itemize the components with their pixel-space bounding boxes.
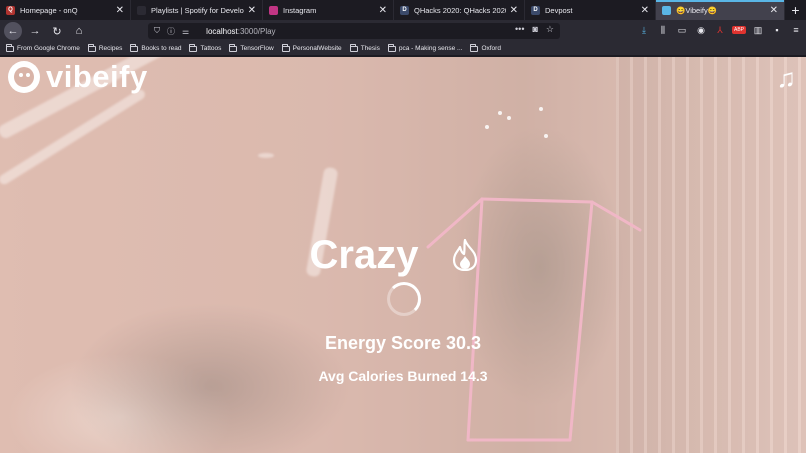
app-logo[interactable]: vibeify [8, 59, 148, 95]
bookmark-label: PersonalWebsite [292, 45, 342, 52]
tab-bar: Q Homepage - onQ ✕ Playlists | Spotify for … [0, 0, 806, 20]
reload-button[interactable]: ↻ [48, 22, 66, 40]
adblock-extension-icon[interactable]: ABP [732, 22, 747, 38]
bookmark-item[interactable]: Tattoos [189, 43, 222, 52]
extension-dark-icon[interactable]: ▪ [771, 22, 783, 38]
bookmark-item[interactable]: Thesis [349, 43, 380, 52]
folder-icon [130, 43, 139, 52]
bookmarks-bar: From Google Chrome Recipes Books to read Ta… [0, 42, 806, 56]
folder-icon [470, 43, 479, 52]
url-path: :3000/Play [237, 26, 276, 36]
tab-favicon-icon [137, 5, 146, 15]
account-icon[interactable]: ◉ [695, 22, 707, 38]
bookmark-label: Books to read [141, 45, 182, 52]
tab-title: Playlists | Spotify for Developers [151, 5, 244, 15]
bookmark-item[interactable]: From Google Chrome [6, 43, 80, 52]
bookmark-item[interactable]: Oxford [470, 43, 501, 52]
bookmark-item[interactable]: pca - Making sense ... [387, 43, 463, 52]
keypoint [539, 107, 543, 111]
tab-close-icon[interactable]: ✕ [379, 5, 387, 16]
tab-title: QHacks 2020: QHacks 2020 is [414, 5, 506, 15]
tab-title: 😄Vibeify😄 [676, 5, 718, 15]
back-button[interactable]: ← [4, 22, 22, 40]
browser-tab[interactable]: 😄Vibeify😄 ✕ [656, 0, 785, 20]
bookmark-label: Thesis [360, 45, 380, 52]
home-button[interactable]: ⌂ [70, 22, 88, 40]
browser-tab[interactable]: Q Homepage - onQ ✕ [0, 0, 131, 20]
mood-label: Crazy [0, 233, 806, 278]
browser-tab[interactable]: D QHacks 2020: QHacks 2020 is ✕ [394, 0, 525, 20]
pocket-icon[interactable]: ◙ [532, 24, 537, 35]
skeleton-limb [480, 197, 594, 204]
browser-tab[interactable]: Instagram ✕ [263, 0, 394, 20]
folder-icon [189, 43, 198, 52]
tab-close-icon[interactable]: ✕ [116, 5, 124, 16]
keypoint [485, 125, 489, 129]
forward-button[interactable]: → [26, 22, 44, 40]
nav-bar: ← → ↻ ⌂ ⛉ ⓘ ⚌ localhost :3000/Play ••• ◙… [0, 20, 806, 42]
page-actions-icon[interactable]: ••• [515, 24, 524, 35]
folder-icon [387, 43, 396, 52]
webcam-view: vibeify ♫ Crazy Energy Score 30.3 Avg Ca… [0, 57, 806, 453]
smiley-logo-icon [8, 61, 40, 93]
loading-spinner [387, 282, 421, 316]
tab-favicon-icon [662, 5, 671, 15]
bookmark-item[interactable]: Recipes [87, 43, 123, 52]
browser-tab[interactable]: D Devpost ✕ [525, 0, 656, 20]
tab-favicon-icon: D [400, 5, 409, 15]
avg-calories: Avg Calories Burned 14.3 [318, 368, 488, 384]
tab-close-icon[interactable]: ✕ [248, 5, 256, 16]
bookmark-item[interactable]: TensorFlow [229, 43, 274, 52]
menu-icon[interactable]: ≡ [790, 22, 802, 38]
tab-favicon-icon: Q [6, 5, 15, 15]
folder-icon [6, 43, 14, 52]
fire-icon [452, 239, 478, 271]
keypoint [544, 134, 548, 138]
info-icon[interactable]: ⓘ [167, 26, 175, 37]
tab-favicon-icon: D [531, 5, 540, 15]
bookmark-label: Tattoos [200, 45, 222, 52]
bookmark-label: From Google Chrome [17, 45, 80, 52]
url-host: localhost [206, 26, 238, 36]
tab-title: Instagram [283, 5, 317, 15]
folder-icon [229, 43, 238, 52]
tab-title: Homepage - onQ [20, 5, 78, 15]
folder-icon [349, 43, 358, 52]
tab-close-icon[interactable]: ✕ [641, 5, 649, 16]
bookmark-label: Recipes [98, 45, 123, 52]
library-icon[interactable]: ⫼ [657, 22, 669, 38]
downloads-icon[interactable]: ⤓ [638, 22, 650, 38]
extension-grid-icon[interactable]: ▥ [752, 22, 764, 38]
energy-score: Energy Score 30.3 [324, 333, 482, 353]
sidebar-icon[interactable]: ▭ [676, 22, 688, 38]
tab-close-icon[interactable]: ✕ [770, 5, 778, 16]
bookmark-label: pca - Making sense ... [398, 45, 463, 52]
bookmark-item[interactable]: Books to read [130, 43, 182, 52]
url-bar[interactable]: ⛉ ⓘ ⚌ localhost :3000/Play ••• ◙ ☆ [148, 23, 560, 39]
shield-icon[interactable]: ⛉ [154, 26, 160, 36]
keypoint [498, 111, 502, 115]
folder-icon [281, 43, 290, 52]
bookmark-label: Oxford [481, 45, 501, 52]
folder-icon [87, 43, 96, 52]
keypoint [507, 116, 511, 120]
music-note-icon[interactable]: ♫ [777, 63, 797, 94]
skeleton-limb [590, 200, 642, 232]
browser-tab[interactable]: Playlists | Spotify for Developers ✕ [131, 0, 263, 20]
new-tab-button[interactable]: + [785, 0, 806, 20]
bookmark-item[interactable]: PersonalWebsite [281, 43, 342, 52]
mood-word: Crazy [309, 233, 419, 277]
pdf-extension-icon[interactable]: ⅄ [714, 22, 726, 38]
bookmark-star-icon[interactable]: ☆ [546, 24, 554, 35]
logo-text: vibeify [46, 59, 148, 94]
tab-favicon-icon [269, 5, 278, 15]
tab-title: Devpost [545, 5, 573, 15]
bookmark-label: TensorFlow [240, 45, 274, 52]
tab-close-icon[interactable]: ✕ [510, 5, 518, 16]
permissions-icon[interactable]: ⚌ [182, 27, 189, 36]
